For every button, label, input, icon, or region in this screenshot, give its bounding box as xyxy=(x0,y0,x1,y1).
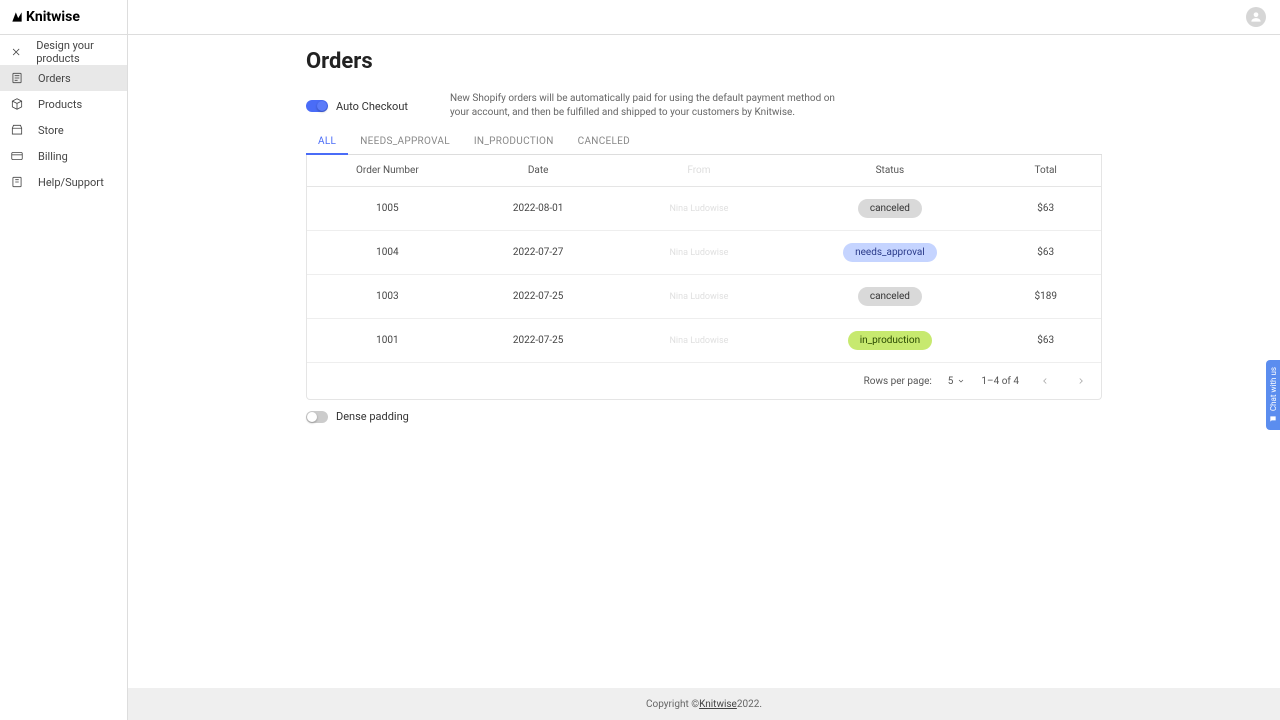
sidebar-item-label: Billing xyxy=(38,150,68,163)
billing-icon xyxy=(10,149,24,163)
chevron-right-icon xyxy=(1076,376,1086,386)
tabs: ALL NEEDS_APPROVAL IN_PRODUCTION CANCELE… xyxy=(306,130,1102,155)
chat-label: Chat with us xyxy=(1269,367,1278,411)
cell-status: in_production xyxy=(789,319,990,363)
auto-checkout-row: Auto Checkout New Shopify orders will be… xyxy=(306,92,1102,120)
table-footer: Rows per page: 5 1–4 of 4 xyxy=(307,363,1101,399)
orders-icon xyxy=(10,71,24,85)
table-row[interactable]: 10012022-07-25Nina Ludowise in_production… xyxy=(307,319,1101,363)
auto-checkout-desc: New Shopify orders will be automatically… xyxy=(450,92,840,120)
status-badge: canceled xyxy=(858,199,922,218)
tab-in-production[interactable]: IN_PRODUCTION xyxy=(462,130,566,154)
dense-padding-toggle[interactable] xyxy=(306,411,328,423)
col-order-number: Order Number xyxy=(307,155,468,187)
rows-per-page-value: 5 xyxy=(948,376,954,387)
footer: Copyright © Knitwise 2022. xyxy=(128,688,1280,720)
help-icon xyxy=(10,175,24,189)
col-status: Status xyxy=(789,155,990,187)
status-badge: canceled xyxy=(858,287,922,306)
rows-per-page-select[interactable]: 5 xyxy=(948,376,966,387)
col-from: From xyxy=(609,155,790,187)
logo-icon xyxy=(10,10,24,24)
dense-padding-row: Dense padding xyxy=(306,410,1102,423)
cell-from: Nina Ludowise xyxy=(609,187,790,231)
col-date: Date xyxy=(468,155,609,187)
cell-date: 2022-07-25 xyxy=(468,319,609,363)
store-icon xyxy=(10,123,24,137)
cell-order-number: 1005 xyxy=(307,187,468,231)
cell-total: $63 xyxy=(990,231,1101,275)
next-page-button[interactable] xyxy=(1071,371,1091,391)
rows-per-page-label: Rows per page: xyxy=(864,376,932,387)
tab-canceled[interactable]: CANCELED xyxy=(566,130,642,154)
page-title: Orders xyxy=(306,49,1102,74)
sidebar-item-products[interactable]: Products xyxy=(0,91,127,117)
main: Orders Auto Checkout New Shopify orders … xyxy=(128,0,1280,720)
brand-name: Knitwise xyxy=(26,9,80,25)
avatar[interactable] xyxy=(1246,7,1266,27)
cell-order-number: 1003 xyxy=(307,275,468,319)
cell-date: 2022-07-27 xyxy=(468,231,609,275)
sidebar-item-label: Help/Support xyxy=(38,176,104,189)
sidebar-item-label: Store xyxy=(38,124,64,137)
range-label: 1–4 of 4 xyxy=(981,376,1019,387)
cell-from: Nina Ludowise xyxy=(609,319,790,363)
orders-table: Order Number Date From Status Total 1005… xyxy=(306,155,1102,400)
tab-all[interactable]: ALL xyxy=(306,130,348,155)
cell-from: Nina Ludowise xyxy=(609,275,790,319)
cell-order-number: 1001 xyxy=(307,319,468,363)
topbar xyxy=(128,0,1280,35)
cell-status: needs_approval xyxy=(789,231,990,275)
cell-status: canceled xyxy=(789,187,990,231)
cell-date: 2022-08-01 xyxy=(468,187,609,231)
status-badge: in_production xyxy=(848,331,932,350)
col-total: Total xyxy=(990,155,1101,187)
table-header-row: Order Number Date From Status Total xyxy=(307,155,1101,187)
cell-total: $63 xyxy=(990,187,1101,231)
auto-checkout-label: Auto Checkout xyxy=(336,100,408,113)
copyright-year: 2022. xyxy=(737,699,762,710)
sidebar-item-billing[interactable]: Billing xyxy=(0,143,127,169)
sidebar-item-help[interactable]: Help/Support xyxy=(0,169,127,195)
sidebar-item-orders[interactable]: Orders xyxy=(0,65,127,91)
sidebar-item-label: Design your products xyxy=(36,39,127,65)
sidebar-item-store[interactable]: Store xyxy=(0,117,127,143)
cell-date: 2022-07-25 xyxy=(468,275,609,319)
dense-padding-label: Dense padding xyxy=(336,410,409,423)
cell-from: Nina Ludowise xyxy=(609,231,790,275)
sidebar-item-label: Orders xyxy=(38,72,71,85)
nav: Design your products Orders Products Sto… xyxy=(0,35,127,195)
cell-total: $63 xyxy=(990,319,1101,363)
cell-total: $189 xyxy=(990,275,1101,319)
table-row[interactable]: 10042022-07-27Nina Ludowise needs_approva… xyxy=(307,231,1101,275)
sidebar-item-label: Products xyxy=(38,98,82,111)
footer-brand-link[interactable]: Knitwise xyxy=(699,699,737,710)
user-icon xyxy=(1249,10,1263,24)
sidebar: Knitwise Design your products Orders Pro… xyxy=(0,0,128,720)
copyright-prefix: Copyright © xyxy=(646,699,699,710)
chat-icon xyxy=(1269,415,1277,423)
table-row[interactable]: 10052022-08-01Nina Ludowise canceled $63 xyxy=(307,187,1101,231)
chevron-left-icon xyxy=(1040,376,1050,386)
sidebar-item-design[interactable]: Design your products xyxy=(0,39,127,65)
tab-needs-approval[interactable]: NEEDS_APPROVAL xyxy=(348,130,462,154)
table-row[interactable]: 10032022-07-25Nina Ludowise canceled $189 xyxy=(307,275,1101,319)
prev-page-button[interactable] xyxy=(1035,371,1055,391)
cell-order-number: 1004 xyxy=(307,231,468,275)
status-badge: needs_approval xyxy=(843,243,937,262)
cell-status: canceled xyxy=(789,275,990,319)
chat-tab[interactable]: Chat with us xyxy=(1266,360,1280,430)
products-icon xyxy=(10,97,24,111)
design-icon xyxy=(10,45,22,59)
chevron-down-icon xyxy=(957,377,965,385)
auto-checkout-toggle[interactable] xyxy=(306,100,328,112)
logo[interactable]: Knitwise xyxy=(0,0,127,35)
